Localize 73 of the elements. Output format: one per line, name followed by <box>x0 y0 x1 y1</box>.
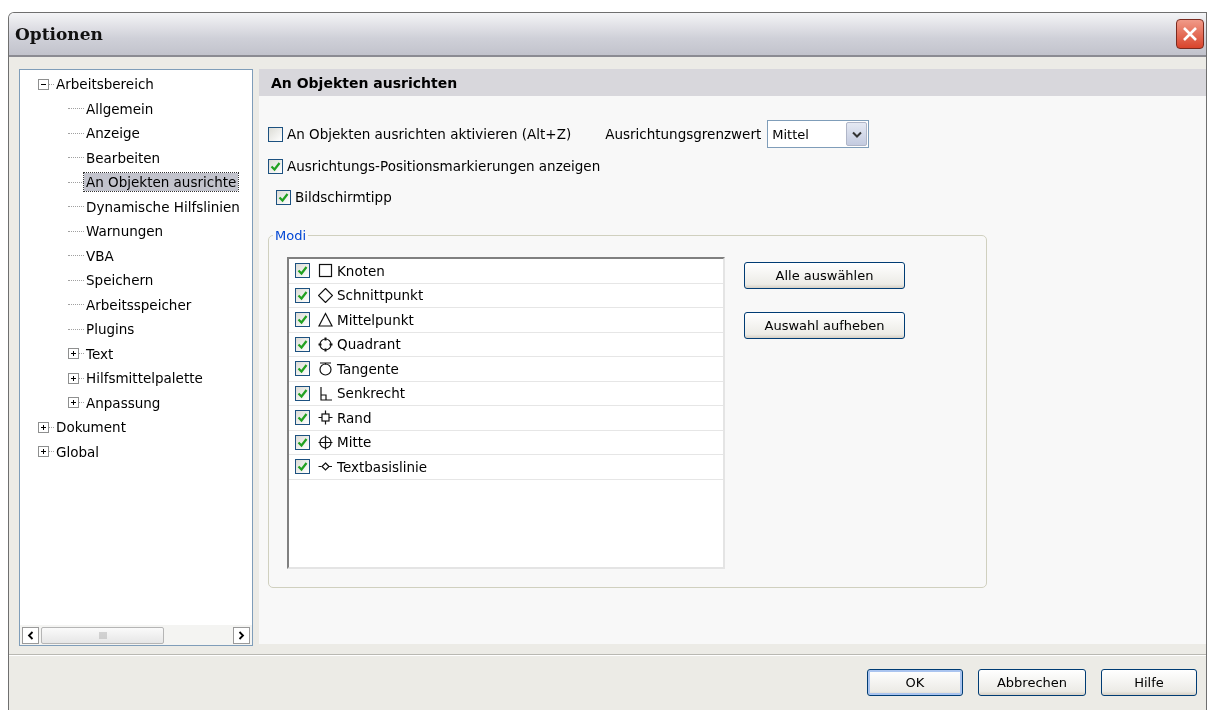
threshold-dropdown[interactable]: Mittel <box>767 120 870 148</box>
mode-label: Textbasislinie <box>337 458 428 475</box>
center-snap-icon <box>318 434 333 450</box>
action-button[interactable]: Alle auswählen <box>744 262 905 289</box>
tree-item[interactable]: An Objekten ausrichte <box>84 173 239 192</box>
mode-label: Mitte <box>337 434 372 451</box>
tree-item[interactable]: Bearbeiten <box>84 148 163 167</box>
tangent-snap-icon <box>318 361 333 377</box>
tree-item[interactable]: Allgemein <box>84 99 156 118</box>
tree-item[interactable]: Arbeitsspeicher <box>84 295 194 314</box>
chevron-down-icon <box>851 130 862 138</box>
collapse-icon[interactable] <box>38 78 49 90</box>
expand-icon[interactable] <box>68 348 79 360</box>
mode-label: Rand <box>337 409 372 426</box>
triangle-snap-icon <box>318 312 333 328</box>
checkbox-label[interactable]: Bildschirmtipp <box>276 189 392 205</box>
mode-label: Tangente <box>337 360 399 377</box>
expand-icon[interactable] <box>68 397 79 409</box>
section-header: An Objekten ausrichten <box>259 69 1206 96</box>
chevron-left-icon <box>27 630 34 640</box>
tree-item[interactable]: Hilfsmittelpalette <box>84 369 205 388</box>
mode-label: Senkrecht <box>337 385 406 402</box>
scroll-right-button[interactable] <box>233 626 250 644</box>
quadrant-snap-icon <box>318 336 333 352</box>
checkbox[interactable] <box>295 410 310 426</box>
checkbox[interactable] <box>268 158 283 174</box>
group-title: Modi <box>274 228 308 243</box>
mode-label: Knoten <box>337 262 385 279</box>
checkbox[interactable] <box>295 434 310 450</box>
tree-item[interactable]: Dokument <box>54 418 128 437</box>
tree-item[interactable]: Warnungen <box>84 222 166 241</box>
square-snap-icon <box>318 263 333 279</box>
chevron-right-icon <box>238 630 245 640</box>
edge-snap-icon <box>318 410 333 426</box>
checkbox[interactable] <box>295 312 310 328</box>
checkbox-label[interactable]: An Objekten ausrichten aktivieren (Alt+Z) <box>268 126 572 142</box>
action-button[interactable]: Auswahl aufheben <box>744 312 905 339</box>
checkbox[interactable] <box>295 263 310 279</box>
dialog-button[interactable]: Abbrechen <box>978 669 1086 696</box>
checkbox[interactable] <box>268 126 283 142</box>
tree-item[interactable]: Dynamische Hilfslinien <box>84 197 242 216</box>
dialog-button[interactable]: Hilfe <box>1101 669 1197 696</box>
close-button[interactable] <box>1176 19 1204 49</box>
checkbox[interactable] <box>276 189 291 205</box>
dialog-button[interactable]: OK <box>867 669 963 696</box>
tree-item[interactable]: Plugins <box>84 320 137 339</box>
scroll-thumb[interactable] <box>41 626 164 644</box>
checkbox[interactable] <box>295 336 310 352</box>
tree-item[interactable]: Anzeige <box>84 124 142 143</box>
window-title: Optionen <box>15 24 103 44</box>
expand-icon[interactable] <box>38 421 49 433</box>
tree-item[interactable]: Speichern <box>84 271 156 290</box>
expand-icon[interactable] <box>38 446 49 458</box>
checkbox[interactable] <box>295 361 310 377</box>
checkbox-label[interactable]: Ausrichtungs-Positionsmarkierungen anzeigen <box>268 158 601 174</box>
tree-item[interactable]: Anpassung <box>84 393 163 412</box>
tree-item[interactable]: VBA <box>84 246 116 265</box>
checkbox[interactable] <box>295 385 310 401</box>
perpendicular-snap-icon <box>318 385 333 401</box>
checkbox[interactable] <box>295 459 310 475</box>
tree-item[interactable]: Global <box>54 442 102 461</box>
mode-label: Schnittpunkt <box>337 287 424 304</box>
expand-icon[interactable] <box>68 372 79 384</box>
field-label: Ausrichtungsgrenzwert <box>605 126 762 142</box>
tree-item[interactable]: Arbeitsbereich <box>54 75 156 94</box>
horizontal-scrollbar[interactable] <box>20 625 252 645</box>
mode-label: Mittelpunkt <box>337 311 414 328</box>
mode-label: Quadrant <box>337 336 401 353</box>
tree-item[interactable]: Text <box>84 344 116 363</box>
checkbox[interactable] <box>295 287 310 303</box>
diamond-snap-icon <box>318 287 333 303</box>
close-icon <box>1182 26 1198 42</box>
scroll-left-button[interactable] <box>22 626 39 644</box>
